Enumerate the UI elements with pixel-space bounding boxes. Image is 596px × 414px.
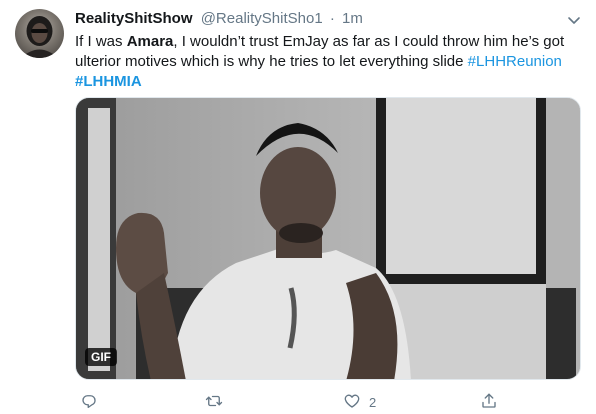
timestamp[interactable]: 1m (342, 10, 363, 27)
gif-badge: GIF (85, 348, 117, 366)
like-count: 2 (369, 394, 377, 410)
reply-icon (80, 392, 98, 413)
retweet-icon (205, 392, 223, 413)
share-button[interactable] (480, 392, 498, 412)
user-handle[interactable]: @RealityShitSho1 (201, 10, 323, 27)
chevron-down-icon[interactable] (566, 12, 582, 28)
retweet-button[interactable] (205, 392, 223, 412)
tweet-card[interactable]: RealityShitShow @RealityShitSho1 · 1m If… (0, 0, 596, 414)
avatar[interactable] (15, 9, 64, 58)
heart-icon (343, 392, 361, 413)
tweet-text-bold: Amara (126, 33, 174, 50)
tweet-header: RealityShitShow @RealityShitSho1 · 1m (75, 10, 363, 30)
hashtag-link[interactable]: #LHHMIA (75, 73, 142, 90)
share-icon (480, 392, 498, 413)
display-name[interactable]: RealityShitShow (75, 10, 193, 27)
reply-button[interactable] (80, 392, 98, 412)
like-button[interactable]: 2 (343, 392, 376, 412)
separator-dot: · (329, 10, 335, 27)
tweet-actions: 2 (75, 392, 581, 412)
gif-frame (76, 98, 580, 379)
tweet-text: If I was Amara, I wouldn’t trust EmJay a… (75, 32, 580, 92)
tweet-text-part: If I was (75, 33, 127, 50)
gif-media[interactable]: GIF (75, 97, 581, 380)
hashtag-link[interactable]: #LHHReunion (468, 53, 562, 70)
